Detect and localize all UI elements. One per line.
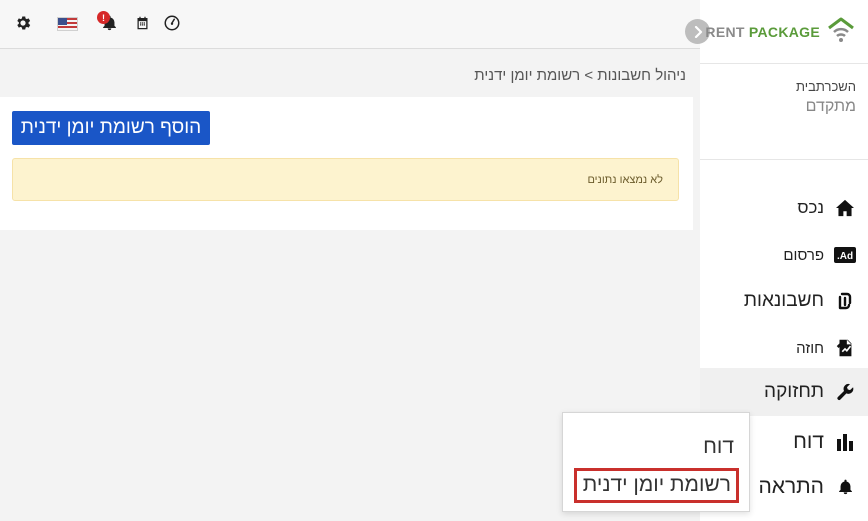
subscription-plan: מתקדם (805, 98, 856, 115)
speedometer-icon[interactable] (161, 12, 183, 34)
contract-icon (834, 337, 856, 359)
brand-logo[interactable]: RENT PACKAGE (705, 15, 856, 49)
house-wifi-icon (826, 16, 856, 49)
sidebar-divider (700, 159, 868, 160)
sidebar-item-label: חוזה (796, 339, 824, 357)
add-manual-journal-entry-button[interactable]: הוסף רשומת יומן ידנית (12, 111, 210, 145)
submenu-item-report[interactable]: דוח (703, 435, 734, 459)
empty-state-message: לא נמצאו נתונים (587, 173, 663, 186)
notification-badge: ! (97, 11, 110, 24)
home-icon (834, 197, 856, 219)
us-flag-icon[interactable] (57, 17, 78, 31)
svg-text:Ad.: Ad. (837, 251, 853, 262)
breadcrumb: ניהול חשבונות > רשומת יומן ידנית (474, 67, 686, 84)
bell-icon (834, 476, 856, 498)
top-bar: ! (0, 0, 700, 49)
gear-icon[interactable] (12, 12, 34, 34)
sidebar-item-label: התראה (758, 475, 824, 498)
bar-chart-icon (834, 431, 856, 453)
sidebar-item-label: תחזוקה (764, 381, 824, 402)
sidebar-item-label: דוח (793, 430, 824, 453)
sidebar-item-maintenance[interactable]: תחזוקה (700, 368, 868, 416)
wrench-icon (834, 381, 856, 403)
sidebar-item-label: נכס (797, 198, 824, 217)
sidebar-item-label: חשבונאות (743, 290, 824, 311)
sidebar-divider (700, 63, 868, 64)
content-card: הוסף רשומת יומן ידנית לא נמצאו נתונים (0, 97, 693, 230)
sidebar-item-advertising[interactable]: Ad. פרסום (700, 233, 868, 277)
subscription-label: השכרתבית (796, 79, 856, 94)
calendar-icon[interactable] (131, 12, 153, 34)
ad-icon: Ad. (834, 244, 856, 266)
sidebar-item-accounting[interactable]: חשבונאות (700, 279, 868, 323)
shekel-icon (834, 290, 856, 312)
logo-text: RENT PACKAGE (705, 24, 820, 40)
empty-state-alert: לא נמצאו נתונים (12, 158, 679, 201)
sidebar-item-contract[interactable]: חוזה (700, 326, 868, 370)
sidebar-item-label: פרסום (783, 246, 824, 264)
sidebar-item-property[interactable]: נכס (700, 186, 868, 230)
submenu-item-manual-journal-entry[interactable]: רשומת יומן ידנית (573, 468, 739, 503)
report-submenu: דוח רשומת יומן ידנית (562, 412, 750, 512)
